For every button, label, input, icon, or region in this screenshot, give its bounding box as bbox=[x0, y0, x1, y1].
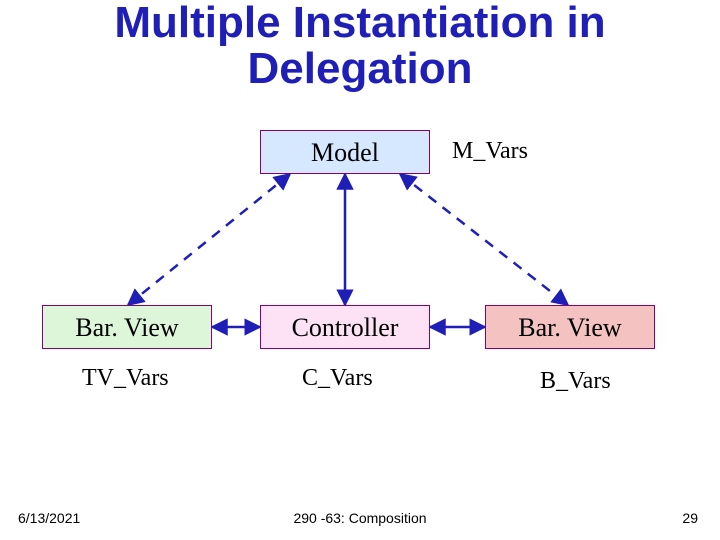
label-c-vars: C_Vars bbox=[302, 365, 373, 392]
footer-page-number: 29 bbox=[682, 510, 698, 526]
label-m-vars: M_Vars bbox=[452, 138, 528, 165]
node-barview-right: Bar. View bbox=[485, 305, 655, 349]
label-tv-vars: TV_Vars bbox=[82, 365, 169, 392]
node-controller: Controller bbox=[260, 305, 430, 349]
slide: { "title": "Multiple Instantiation in De… bbox=[0, 0, 720, 540]
label-b-vars: B_Vars bbox=[540, 368, 611, 395]
node-model: Model bbox=[260, 130, 430, 174]
node-barview-left: Bar. View bbox=[42, 305, 212, 349]
slide-title: Multiple Instantiation in Delegation bbox=[0, 0, 720, 92]
footer-center: 290 -63: Composition bbox=[0, 510, 720, 526]
